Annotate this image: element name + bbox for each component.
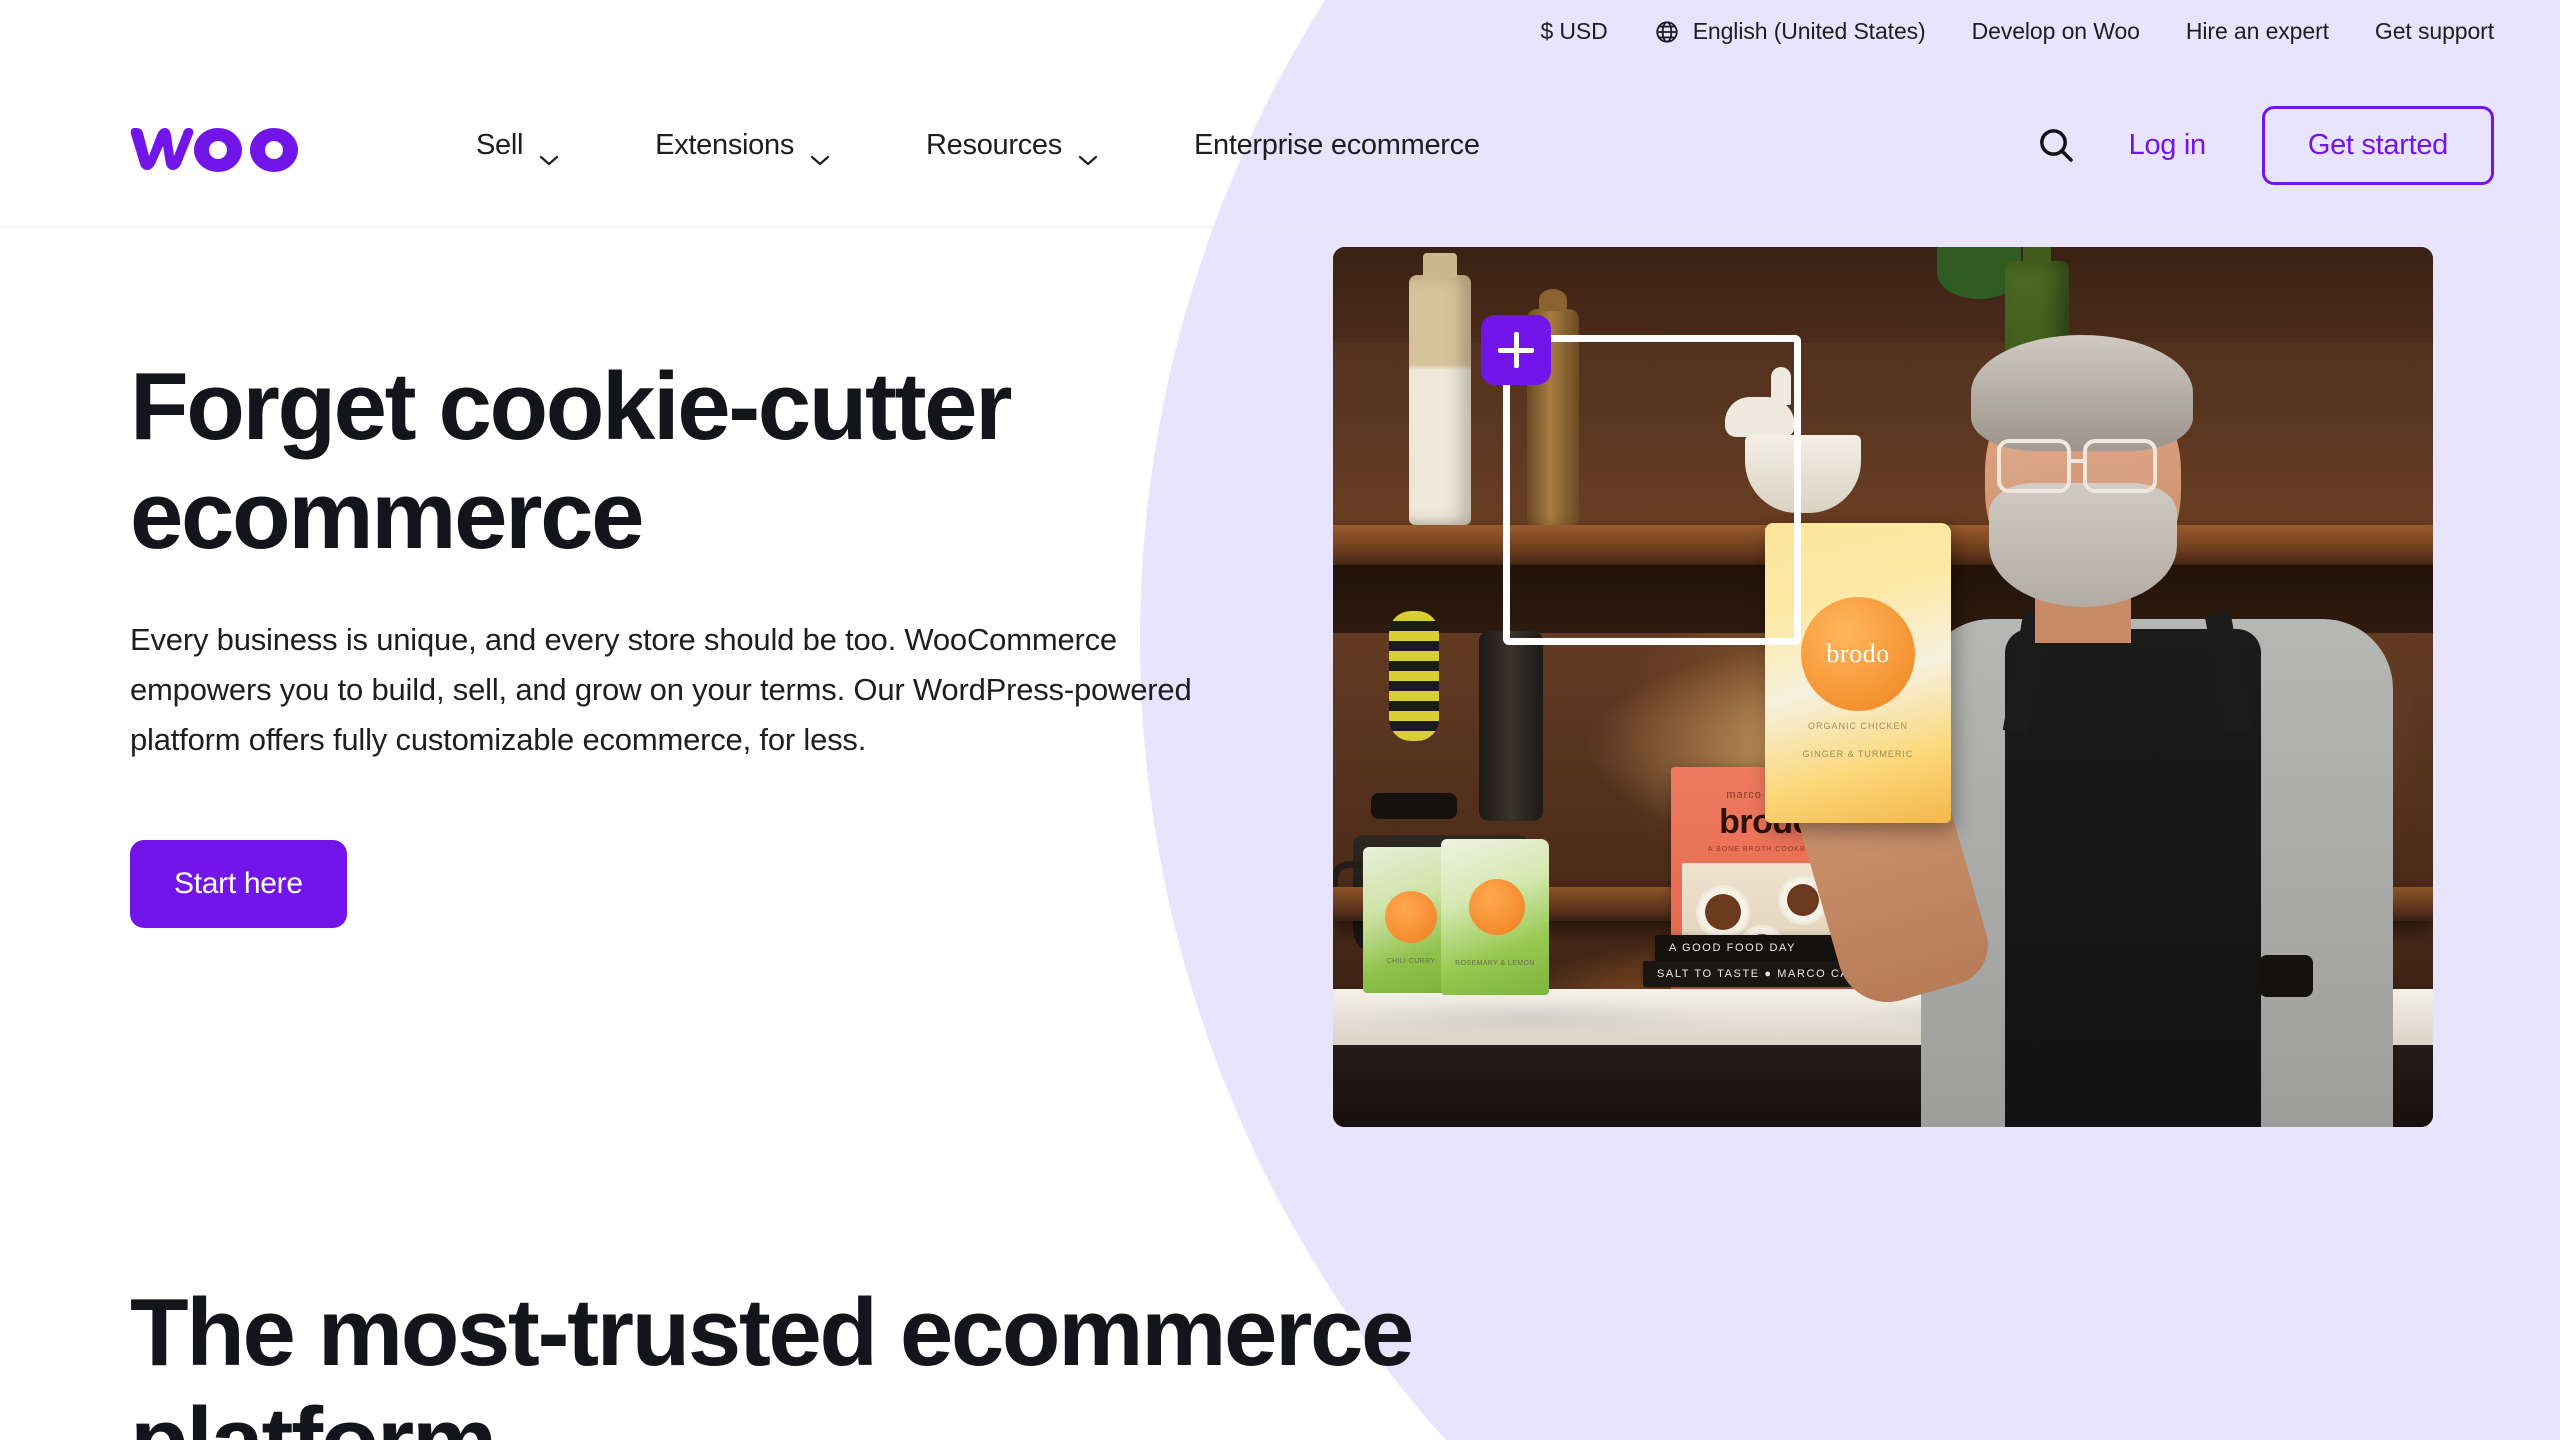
utility-link-label: Hire an expert bbox=[2185, 18, 2329, 44]
search-icon[interactable] bbox=[2033, 122, 2079, 168]
page-title: Forget cookie-cutter ecommerce bbox=[130, 353, 1013, 570]
shop-owner-portrait bbox=[1770, 307, 2433, 1127]
book-spine-label: A GOOD FOOD DAY bbox=[1669, 942, 1797, 954]
utility-link-label: Get support bbox=[2374, 18, 2494, 44]
plus-icon[interactable] bbox=[1481, 315, 1551, 385]
wristwatch bbox=[2259, 955, 2313, 997]
utility-link-develop-on-woo[interactable]: Develop on Woo bbox=[1972, 18, 2140, 45]
brodo-brand-label: brodo bbox=[1826, 639, 1890, 668]
main-navigation: Sell Extensions Resources Enterprise eco… bbox=[0, 63, 2560, 228]
nav-item-label: Resources bbox=[926, 128, 1062, 161]
get-started-button[interactable]: Get started bbox=[2261, 105, 2494, 185]
utility-language-label: English (United States) bbox=[1692, 18, 1926, 44]
chevron-down-icon bbox=[810, 141, 830, 166]
pouch-line-2: GINGER & TURMERIC bbox=[1802, 749, 1914, 759]
section-title: The most-trusted ecommerce platform bbox=[130, 1279, 1414, 1440]
hero-description: Every business is unique, and every stor… bbox=[130, 621, 1192, 758]
nav-item-label: Sell bbox=[476, 128, 524, 161]
nav-links: Sell Extensions Resources Enterprise eco… bbox=[428, 128, 1528, 166]
chevron-down-icon bbox=[539, 141, 559, 166]
utility-link-get-support[interactable]: Get support bbox=[2375, 18, 2494, 45]
globe-icon bbox=[1654, 19, 1680, 45]
green-pouch-rosemary-lemon: ROSEMARY & LEMON bbox=[1441, 839, 1549, 995]
product-selection-frame bbox=[1503, 335, 1801, 645]
nav-item-label: Enterprise ecommerce bbox=[1193, 128, 1480, 161]
utility-currency-selector[interactable]: $ USD bbox=[1540, 18, 1607, 45]
page-root: $ USD English (United States) Develop on… bbox=[0, 0, 2560, 1440]
grinder bbox=[1479, 631, 1543, 821]
hero-photo: marco canora brodo A BONE BROTH COOKBOOK… bbox=[1333, 247, 2433, 1127]
pouch-flavor-label: ROSEMARY & LEMON bbox=[1455, 960, 1535, 967]
milk-bottle bbox=[1409, 253, 1471, 525]
utility-link-hire-an-expert[interactable]: Hire an expert bbox=[2186, 18, 2329, 45]
nav-item-label: Extensions bbox=[655, 128, 795, 161]
nav-right-actions: Log in Get started bbox=[2033, 105, 2494, 185]
utility-link-label: Develop on Woo bbox=[1971, 18, 2140, 44]
nav-item-sell[interactable]: Sell bbox=[428, 128, 607, 166]
pouch-line-1: ORGANIC CHICKEN bbox=[1807, 721, 1908, 731]
woo-logo[interactable] bbox=[130, 116, 320, 174]
nav-item-extensions[interactable]: Extensions bbox=[607, 128, 878, 166]
utility-currency-label: $ USD bbox=[1540, 18, 1608, 44]
brodo-brand-badge: brodo bbox=[1801, 597, 1915, 711]
nav-item-enterprise-ecommerce[interactable]: Enterprise ecommerce bbox=[1146, 129, 1528, 162]
coil-utensil-stand bbox=[1371, 611, 1457, 819]
nav-item-resources[interactable]: Resources bbox=[878, 128, 1146, 166]
trusted-platform-section: The most-trusted ecommerce platform bbox=[130, 1278, 1530, 1440]
utility-language-selector[interactable]: English (United States) bbox=[1654, 18, 1926, 45]
start-here-button[interactable]: Start here bbox=[130, 839, 347, 928]
chevron-down-icon bbox=[1078, 141, 1098, 166]
hero-text-block: Forget cookie-cutter ecommerce Every bus… bbox=[130, 352, 1270, 928]
login-link[interactable]: Log in bbox=[2129, 129, 2207, 162]
hero-media-block: marco canora brodo A BONE BROTH COOKBOOK… bbox=[1333, 247, 2433, 1127]
photo-scene: marco canora brodo A BONE BROTH COOKBOOK… bbox=[1333, 247, 2433, 1127]
utility-bar: $ USD English (United States) Develop on… bbox=[0, 0, 2560, 63]
